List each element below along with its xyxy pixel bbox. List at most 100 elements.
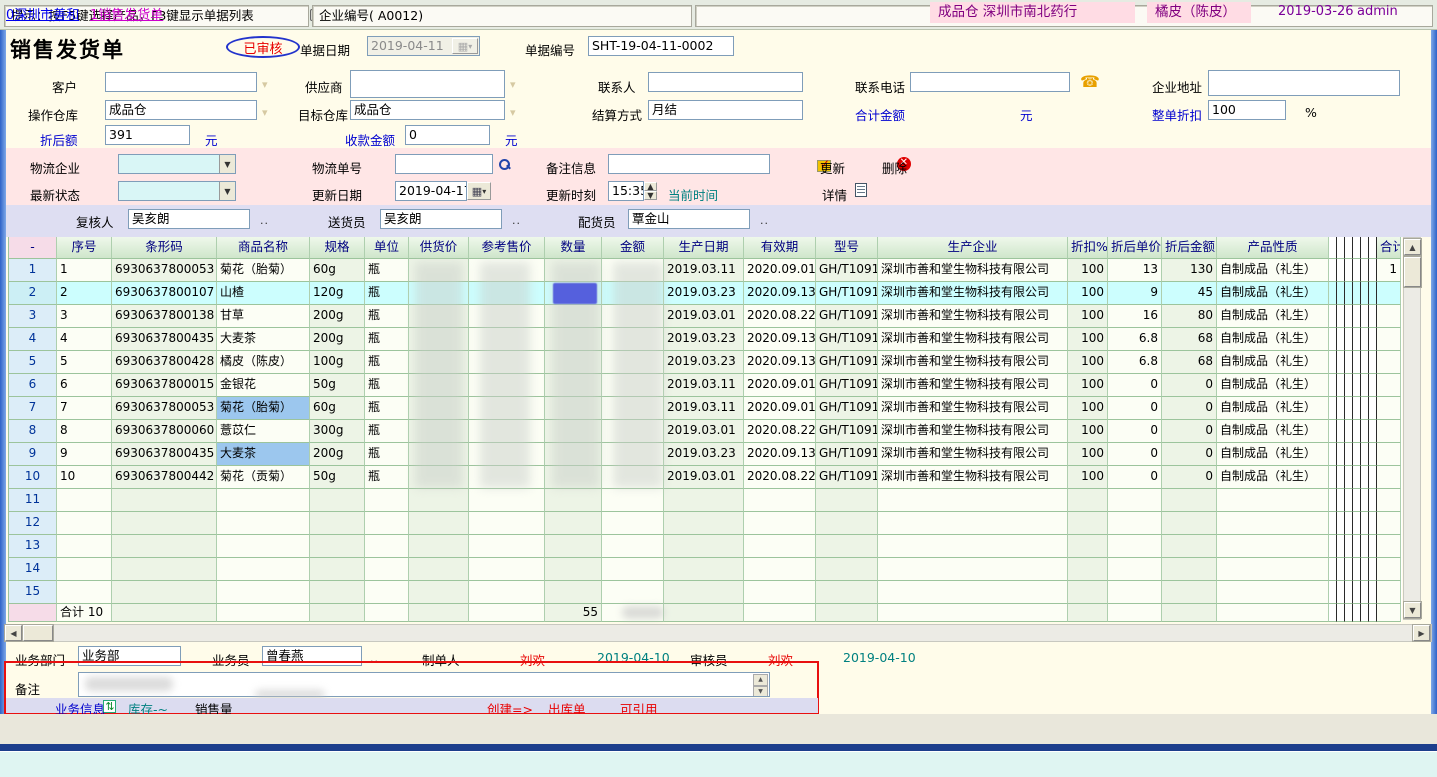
grid-maker[interactable]: 深圳市善和堂生物科技有限公司: [878, 305, 1068, 328]
grid-cell-narrow[interactable]: [1329, 535, 1337, 558]
grid-cell-narrow[interactable]: [1361, 443, 1369, 466]
grid-header-4[interactable]: 规格: [310, 237, 365, 259]
grid-unit[interactable]: 瓶: [365, 259, 409, 282]
grid-cell-narrow[interactable]: [1329, 351, 1337, 374]
grid-cell-narrow[interactable]: [1353, 259, 1361, 282]
grid-header-16[interactable]: 折后金额: [1162, 237, 1217, 259]
address-input[interactable]: [1208, 70, 1400, 96]
grid-nature[interactable]: 自制成品（礼生）: [1217, 397, 1329, 420]
grid-cell-narrow[interactable]: [1353, 443, 1361, 466]
table-row-empty[interactable]: 12: [9, 512, 1402, 535]
grid-cell-narrow[interactable]: [1369, 443, 1377, 466]
grid-cell[interactable]: [1108, 581, 1162, 604]
grid-cell-narrow[interactable]: [1337, 489, 1345, 512]
grid-maker[interactable]: 深圳市善和堂生物科技有限公司: [878, 420, 1068, 443]
grid-cell-narrow[interactable]: [1361, 581, 1369, 604]
grid-cell[interactable]: [112, 489, 217, 512]
grid-nature[interactable]: 自制成品（礼生）: [1217, 351, 1329, 374]
grid-seq[interactable]: 5: [57, 351, 112, 374]
grid-ref-price[interactable]: [469, 466, 545, 489]
grid-header-10[interactable]: 生产日期: [664, 237, 744, 259]
grid-cell-narrow[interactable]: [1329, 581, 1337, 604]
grid-valid-date[interactable]: 2020.09.01: [744, 374, 816, 397]
grid-prod-date[interactable]: 2019.03.01: [664, 305, 744, 328]
grid-cell-narrow[interactable]: [1345, 604, 1353, 622]
current-time-link[interactable]: 当前时间: [668, 185, 718, 204]
logistics-note-input[interactable]: [608, 154, 770, 174]
grid-cell-narrow[interactable]: [1329, 466, 1337, 489]
grid-cell[interactable]: [602, 489, 664, 512]
grid-cell-narrow[interactable]: [1353, 305, 1361, 328]
grid-cell[interactable]: [1068, 489, 1108, 512]
grid-header-14[interactable]: 折扣%: [1068, 237, 1108, 259]
grid-barcode[interactable]: 6930637800138: [112, 305, 217, 328]
table-row-empty[interactable]: 14: [9, 558, 1402, 581]
grid-model[interactable]: GH/T1091: [816, 305, 878, 328]
grid-disc-amount[interactable]: 0: [1162, 443, 1217, 466]
grid-supply-price[interactable]: [409, 351, 469, 374]
grid-header-17[interactable]: 产品性质: [1217, 237, 1329, 259]
grid-product-name[interactable]: 大麦茶: [217, 328, 310, 351]
grid-header-2[interactable]: 条形码: [112, 237, 217, 259]
grid-cell[interactable]: [310, 512, 365, 535]
grid-cell[interactable]: [217, 535, 310, 558]
grid-model[interactable]: GH/T1091: [816, 259, 878, 282]
grid-disc-price[interactable]: 0: [1108, 443, 1162, 466]
grid-cell-narrow[interactable]: [1369, 581, 1377, 604]
grid-cell[interactable]: [602, 512, 664, 535]
grid-supply-price[interactable]: [409, 328, 469, 351]
grid-cell-narrow[interactable]: [1369, 512, 1377, 535]
grid-valid-date[interactable]: 2020.08.22: [744, 305, 816, 328]
grid-valid-date[interactable]: 2020.09.13: [744, 328, 816, 351]
grid-qty[interactable]: [545, 328, 602, 351]
grid-cell-narrow[interactable]: [1361, 397, 1369, 420]
grid-ref-price[interactable]: [469, 443, 545, 466]
grid-discount[interactable]: 100: [1068, 282, 1108, 305]
grid-cell-narrow[interactable]: [1353, 466, 1361, 489]
grid-cell[interactable]: [365, 581, 409, 604]
op-warehouse-dropdown-icon[interactable]: ▾: [262, 106, 268, 119]
grid-product-name[interactable]: 菊花（胎菊）: [217, 397, 310, 420]
grid-cell[interactable]: [409, 581, 469, 604]
grid-cell-narrow[interactable]: [1329, 420, 1337, 443]
grid-cell-narrow[interactable]: [1345, 305, 1353, 328]
grid-cell[interactable]: [602, 581, 664, 604]
grid-nature[interactable]: 自制成品（礼生）: [1217, 259, 1329, 282]
grid-ref-price[interactable]: [469, 328, 545, 351]
customer-dropdown-icon[interactable]: ▾: [262, 78, 268, 91]
grid-cell[interactable]: [469, 489, 545, 512]
grid-amount[interactable]: [602, 397, 664, 420]
grid-unit[interactable]: 瓶: [365, 420, 409, 443]
grid-rowmarker[interactable]: 7: [9, 397, 57, 420]
grid-cell[interactable]: [545, 512, 602, 535]
grid-amount[interactable]: [602, 374, 664, 397]
grid-cell-narrow[interactable]: [1353, 420, 1361, 443]
doc-no-input[interactable]: SHT-19-04-11-0002: [588, 36, 734, 56]
table-row[interactable]: 336930637800138甘草200g瓶2019.03.012020.08.…: [9, 305, 1402, 328]
grid-unit[interactable]: 瓶: [365, 397, 409, 420]
grid-cell[interactable]: [217, 581, 310, 604]
grid-rowmarker[interactable]: 8: [9, 420, 57, 443]
grid-cell-narrow[interactable]: [1337, 351, 1345, 374]
table-row[interactable]: 116930637800053菊花（胎菊）60g瓶2019.03.112020.…: [9, 259, 1402, 282]
grid-cell[interactable]: [1377, 512, 1401, 535]
grid-seq[interactable]: 7: [57, 397, 112, 420]
grid-cell-narrow[interactable]: [1361, 535, 1369, 558]
grid-cell-narrow[interactable]: [1329, 443, 1337, 466]
grid-spec[interactable]: 200g: [310, 305, 365, 328]
grid-cell-narrow[interactable]: [1361, 466, 1369, 489]
grid-cell[interactable]: [409, 535, 469, 558]
contact-input[interactable]: [648, 72, 803, 92]
grid-valid-date[interactable]: 2020.09.01: [744, 397, 816, 420]
grid-unit[interactable]: 瓶: [365, 305, 409, 328]
grid-model[interactable]: GH/T1091: [816, 420, 878, 443]
grid-disc-price[interactable]: 6.8: [1108, 351, 1162, 374]
search-icon[interactable]: [498, 158, 511, 171]
grid-maker[interactable]: 深圳市善和堂生物科技有限公司: [878, 259, 1068, 282]
grid-cell[interactable]: [744, 512, 816, 535]
grid-qty[interactable]: [545, 259, 602, 282]
grid-cell-narrow[interactable]: [1361, 489, 1369, 512]
grid-qty[interactable]: [545, 374, 602, 397]
grid-maker[interactable]: 深圳市善和堂生物科技有限公司: [878, 466, 1068, 489]
grid-product-name[interactable]: 菊花（贡菊）: [217, 466, 310, 489]
